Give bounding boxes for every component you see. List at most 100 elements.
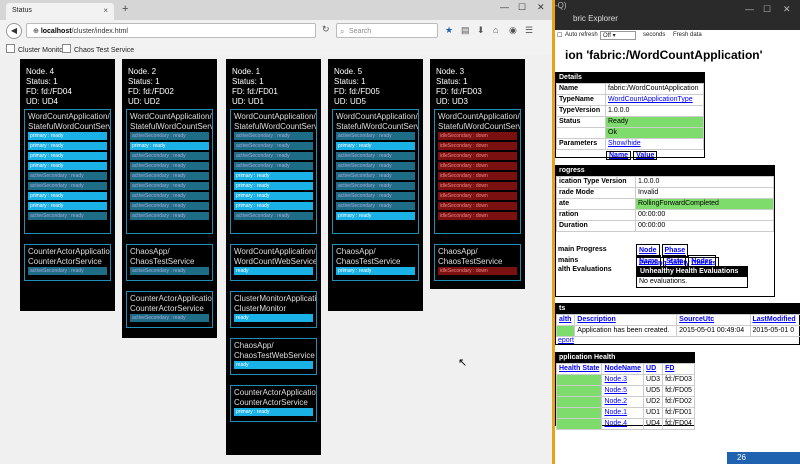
service-box[interactable]: ClusterMonitorApplicationClusterMonitorr… (230, 291, 317, 328)
partition-bar[interactable]: primary : ready (336, 267, 415, 275)
partition-bar[interactable]: primary : ready (234, 408, 313, 416)
tab-status[interactable]: Status × (6, 3, 114, 20)
partition-bar[interactable]: ready (234, 361, 313, 369)
events-col-health[interactable]: alth (555, 314, 576, 326)
partition-bar[interactable]: activeSecondary : ready (336, 172, 415, 180)
partition-bar[interactable]: activeSecondary : ready (28, 212, 107, 220)
partition-bar[interactable]: idleSecondary : down (438, 212, 517, 220)
home-icon[interactable]: ⌂ (493, 25, 498, 35)
bookmark-cluster-monitor[interactable]: Cluster Monitor (6, 44, 65, 54)
partition-bar[interactable]: activeSecondary : ready (130, 192, 209, 200)
search-input[interactable]: ⌕ Search (336, 23, 438, 38)
partition-bar[interactable]: idleSecondary : down (438, 142, 517, 150)
back-button[interactable]: ◀ (6, 23, 22, 39)
minimize-button[interactable]: — (500, 2, 509, 12)
partition-bar[interactable]: activeSecondary : ready (336, 182, 415, 190)
partition-bar[interactable]: primary : ready (28, 152, 107, 160)
partition-bar[interactable]: activeSecondary : ready (130, 314, 209, 322)
bookmarks-list-icon[interactable]: ▤ (461, 25, 470, 36)
taskbar-badge[interactable]: 26 (727, 452, 800, 464)
service-box[interactable]: WordCountApplication/StatefulWordCountSe… (126, 109, 213, 234)
partition-bar[interactable]: activeSecondary : ready (130, 162, 209, 170)
partition-bar[interactable]: idleSecondary : down (438, 182, 517, 190)
partition-bar[interactable]: idleSecondary : down (438, 202, 517, 210)
partition-bar[interactable]: idleSecondary : down (438, 152, 517, 160)
service-box[interactable]: WordCountApplication/StatefulWordCountSe… (434, 109, 521, 234)
partition-bar[interactable]: activeSecondary : ready (234, 152, 313, 160)
detail-value[interactable]: Show/hide (605, 138, 704, 150)
partition-bar[interactable]: activeSecondary : ready (234, 212, 313, 220)
partition-bar[interactable]: activeSecondary : ready (130, 202, 209, 210)
partition-bar[interactable]: idleSecondary : down (438, 132, 517, 140)
url-bar[interactable]: ⊕ localhost/cluster/index.html (26, 23, 316, 38)
partition-bar[interactable]: activeSecondary : ready (28, 267, 107, 275)
detail-value[interactable]: WordCountApplicationType (605, 94, 704, 106)
new-tab-button[interactable]: + (122, 3, 128, 15)
report-link[interactable]: eport (556, 337, 799, 344)
partition-bar[interactable]: primary : ready (28, 192, 107, 200)
service-box[interactable]: CounterActorApplication CounterActorServi… (230, 385, 317, 422)
partition-bar[interactable]: activeSecondary : ready (130, 212, 209, 220)
service-box[interactable]: CounterActorApplication CounterActorServi… (126, 291, 213, 328)
service-box[interactable]: CounterActorApplication CounterActorServi… (24, 244, 111, 281)
partition-bar[interactable]: activeSecondary : ready (130, 132, 209, 140)
partition-bar[interactable]: activeSecondary : ready (336, 152, 415, 160)
param-value-button[interactable]: Value (633, 151, 658, 160)
app-health-column-header[interactable]: NodeName (601, 363, 645, 375)
partition-bar[interactable]: activeSecondary : ready (130, 182, 209, 190)
partition-bar[interactable]: idleSecondary : down (438, 172, 517, 180)
partition-bar[interactable]: idleSecondary : down (438, 162, 517, 170)
partition-bar[interactable]: primary : ready (130, 142, 209, 150)
bookmark-chaos-test-service[interactable]: Chaos Test Service (62, 44, 134, 54)
service-box[interactable]: WordCountApplication/WordCountWebService… (230, 244, 317, 281)
app-health-column-header[interactable]: UD (643, 363, 664, 375)
partition-bar[interactable]: activeSecondary : ready (130, 267, 209, 275)
node-name-link[interactable]: Node.1 (601, 407, 645, 419)
service-box[interactable]: ChaosApp/ChaosTestService idleSecondary :… (434, 244, 521, 281)
events-col-sourceutc[interactable]: SourceUtc (676, 314, 751, 326)
param-name-button[interactable]: Name (606, 151, 632, 160)
partition-bar[interactable]: primary : ready (28, 202, 107, 210)
service-box[interactable]: WordCountApplication/StatefulWordCountSe… (332, 109, 419, 234)
app-health-column-header[interactable]: FD (662, 363, 695, 375)
node-name-link[interactable]: Node.3 (601, 374, 645, 386)
service-box[interactable]: WordCountApplication/StatefulWordCountSe… (230, 109, 317, 234)
events-col-description[interactable]: Description (574, 314, 678, 326)
partition-bar[interactable]: primary : ready (234, 172, 313, 180)
partition-bar[interactable]: activeSecondary : ready (336, 162, 415, 170)
partition-bar[interactable]: ready (234, 314, 313, 322)
partition-bar[interactable]: primary : ready (234, 192, 313, 200)
bookmark-star-icon[interactable]: ★ (445, 25, 453, 36)
minimize-button[interactable]: — (745, 4, 754, 14)
node-name-link[interactable]: Node.2 (601, 396, 645, 408)
partition-bar[interactable]: primary : ready (234, 202, 313, 210)
chat-icon[interactable]: ◉ (509, 25, 517, 36)
app-health-column-header[interactable]: Health State (555, 363, 603, 375)
download-icon[interactable]: ⬇ (477, 25, 485, 36)
service-box[interactable]: ChaosApp/ChaosTestService activeSecondary… (126, 244, 213, 281)
partition-bar[interactable]: activeSecondary : ready (234, 142, 313, 150)
partition-bar[interactable]: activeSecondary : ready (234, 132, 313, 140)
maximize-button[interactable]: ☐ (518, 2, 526, 13)
service-box[interactable]: ChaosApp/ChaosTestWebService ready (230, 338, 317, 375)
auto-refresh-checkbox[interactable]: ☐ (557, 32, 562, 39)
partition-bar[interactable]: activeSecondary : ready (130, 172, 209, 180)
events-col-lastmodified[interactable]: LastModified (749, 314, 800, 326)
partition-bar[interactable]: idleSecondary : down (438, 192, 517, 200)
node-name-link[interactable]: Node.4 (601, 418, 645, 430)
maximize-button[interactable]: ☐ (763, 4, 771, 15)
partition-bar[interactable]: ready (234, 267, 313, 275)
close-window-button[interactable]: ✕ (537, 2, 545, 13)
partition-bar[interactable]: primary : ready (336, 212, 415, 220)
node-name-link[interactable]: Node.5 (601, 385, 645, 397)
auto-refresh-select[interactable]: Off ▾ (600, 31, 636, 40)
service-box[interactable]: ChaosApp/ChaosTestService primary : ready (332, 244, 419, 281)
partition-bar[interactable]: primary : ready (336, 142, 415, 150)
partition-bar[interactable]: idleSecondary : down (438, 267, 517, 275)
partition-bar[interactable]: primary : ready (28, 162, 107, 170)
partition-bar[interactable]: activeSecondary : ready (28, 182, 107, 190)
partition-bar[interactable]: primary : ready (234, 182, 313, 190)
reload-icon[interactable]: ↻ (322, 24, 330, 35)
partition-bar[interactable]: primary : ready (28, 132, 107, 140)
partition-bar[interactable]: activeSecondary : ready (234, 162, 313, 170)
